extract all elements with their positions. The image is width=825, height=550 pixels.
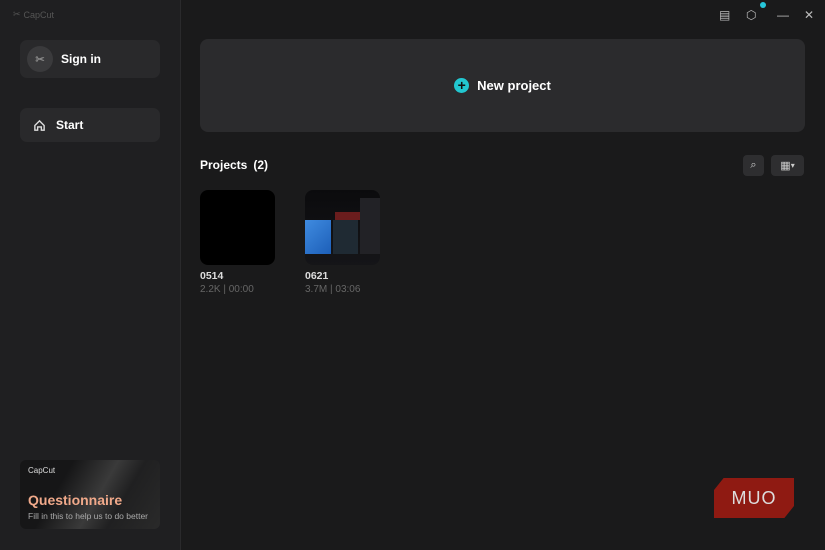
- project-card[interactable]: 0514 2.2K | 00:00: [200, 190, 276, 295]
- chevron-down-icon: ▾: [790, 161, 795, 170]
- project-thumbnail: [305, 190, 380, 265]
- new-project-label: New project: [477, 78, 551, 93]
- project-name: 0514: [200, 270, 224, 282]
- project-meta: 3.7M | 03:06: [305, 284, 361, 295]
- project-thumbnail: [200, 190, 275, 265]
- questionnaire-banner[interactable]: CapCut Questionnaire Fill in this to hel…: [20, 460, 160, 529]
- watermark-logo: MUO: [714, 478, 794, 518]
- feedback-icon[interactable]: ▤: [719, 8, 730, 22]
- questionnaire-title: Questionnaire: [28, 492, 123, 508]
- avatar: ✂: [27, 46, 53, 72]
- grid-view-icon: ▦: [780, 160, 791, 172]
- app-logo: ✂ CapCut: [13, 9, 55, 20]
- capcut-icon: ✂: [13, 9, 21, 19]
- search-icon: ⌕: [750, 159, 757, 171]
- close-button[interactable]: ✕: [804, 8, 814, 22]
- projects-heading: Projects (2): [200, 158, 269, 172]
- sign-in-label: Sign in: [61, 52, 101, 66]
- notification-dot: [760, 2, 766, 8]
- project-meta: 2.2K | 00:00: [200, 284, 254, 295]
- search-button[interactable]: ⌕: [743, 155, 764, 176]
- new-project-button[interactable]: + New project: [200, 39, 805, 132]
- minimize-button[interactable]: —: [777, 8, 789, 22]
- view-toggle-button[interactable]: ▦ ▾: [771, 155, 804, 176]
- project-name: 0621: [305, 270, 329, 282]
- questionnaire-subtitle: Fill in this to help us to do better: [28, 511, 149, 521]
- plus-icon: +: [454, 78, 470, 93]
- sidebar: ✂ CapCut ✂ Sign in Start CapCut Questionn…: [0, 0, 181, 550]
- start-label: Start: [56, 118, 84, 132]
- questionnaire-logo: CapCut: [28, 466, 56, 475]
- project-card[interactable]: 0621 3.7M | 03:06: [305, 190, 381, 295]
- settings-icon[interactable]: ⬡: [746, 8, 756, 22]
- sign-in-button[interactable]: ✂ Sign in: [20, 40, 160, 78]
- sidebar-item-start[interactable]: Start: [20, 108, 160, 142]
- home-icon: [34, 119, 45, 131]
